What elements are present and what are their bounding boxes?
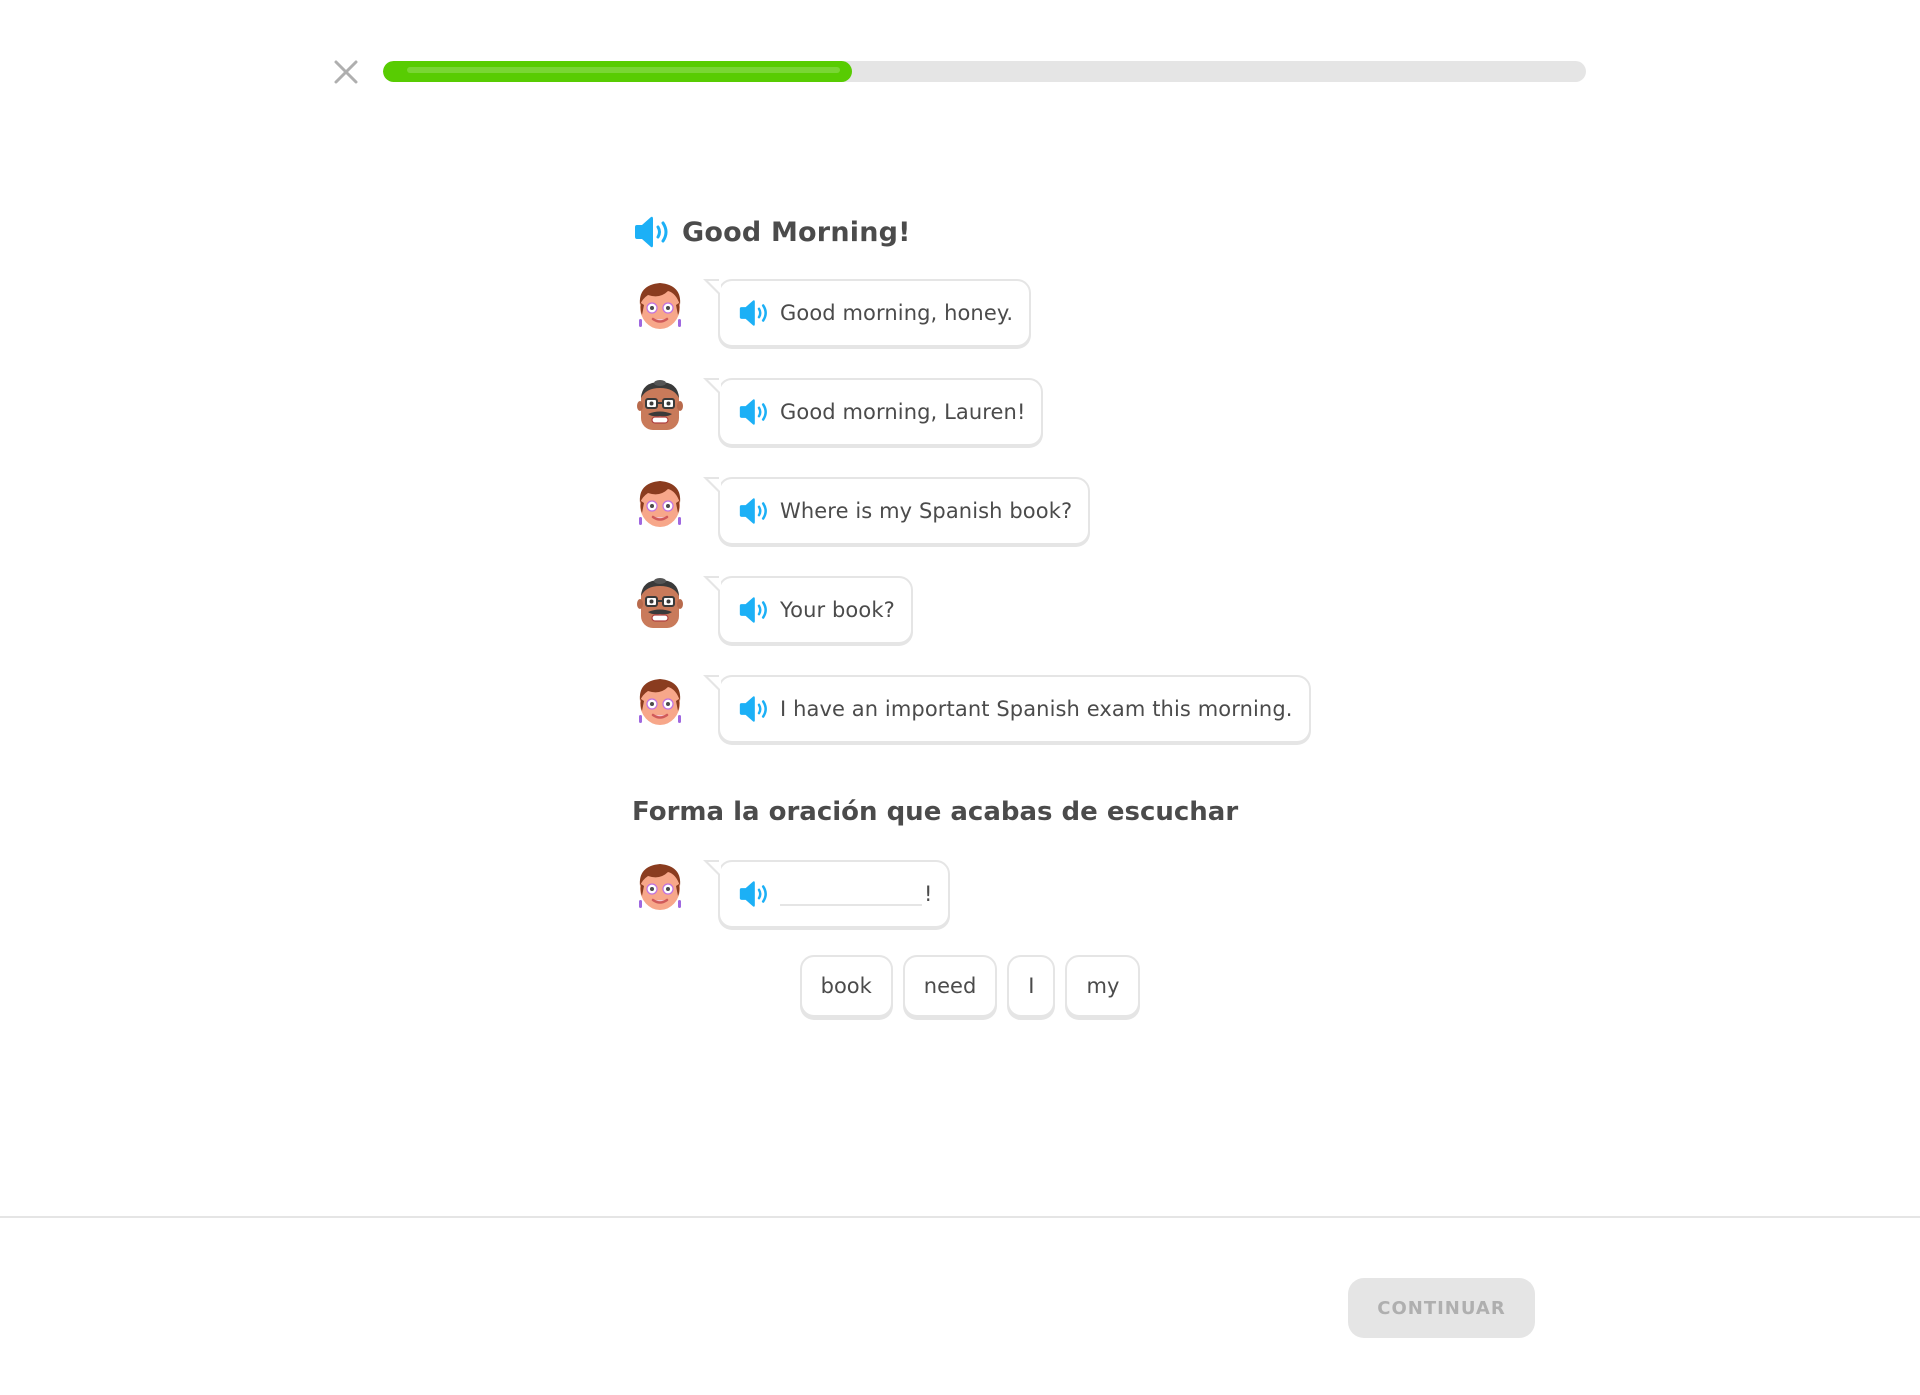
progress-shine [407, 67, 841, 73]
speech-bubble: Where is my Spanish book? [702, 477, 1091, 545]
exercise-prompt-text: Forma la oración que acabas de escuchar [632, 797, 1239, 827]
progress-bar [383, 61, 1586, 82]
story-lesson: Good Morning! Good morning, honey. Good … [632, 210, 1392, 955]
dialogue-text: Good morning, honey. [780, 301, 1014, 325]
close-icon [334, 60, 358, 84]
lesson-footer: CONTINUAR [0, 1216, 1920, 1395]
word-bank: book need Imy [0, 955, 1920, 1017]
dialogue-text: Your book? [780, 598, 895, 622]
progress-fill [383, 61, 853, 82]
dialogue-lines: Good morning, honey. Good morning, Laure… [632, 275, 1392, 770]
speaker-icon[interactable] [736, 397, 772, 427]
speaker-icon[interactable] [736, 595, 772, 625]
speaker-icon[interactable] [736, 496, 772, 526]
avatar-man [632, 374, 688, 434]
dialogue-line: I have an important Spanish exam this mo… [632, 671, 1392, 770]
speech-bubble: Good morning, Lauren! [702, 378, 1044, 446]
speaker-icon[interactable] [736, 879, 772, 909]
dialogue-text: I have an important Spanish exam this mo… [780, 697, 1293, 721]
speech-bubble: I have an important Spanish exam this mo… [703, 675, 1311, 743]
word-tile[interactable]: my [1065, 955, 1141, 1017]
answer-blank[interactable] [780, 882, 922, 906]
dialogue-line: Your book? [632, 572, 1392, 671]
avatar-woman [632, 473, 688, 533]
word-tile[interactable]: I [1007, 955, 1056, 1017]
word-tile[interactable]: book [799, 955, 893, 1017]
dialogue-line: Good morning, honey. [632, 275, 1392, 374]
avatar-man [632, 572, 688, 632]
dialogue-text: Good morning, Lauren! [780, 400, 1026, 424]
story-title: Good Morning! [632, 210, 1392, 254]
dialogue-line: Where is my Spanish book? [632, 473, 1392, 572]
close-button[interactable] [330, 56, 362, 88]
speech-bubble: Your book? [703, 576, 913, 644]
speaker-icon[interactable] [736, 694, 772, 724]
continue-button[interactable]: CONTINUAR [1348, 1278, 1535, 1338]
answer-bubble: ! [702, 860, 951, 928]
answer-line: ! [632, 856, 1392, 955]
story-title-text: Good Morning! [682, 216, 911, 248]
speech-bubble: Good morning, honey. [702, 279, 1032, 347]
exercise-prompt: Forma la oración que acabas de escuchar [632, 782, 1392, 842]
word-tile[interactable]: need [902, 955, 998, 1017]
avatar-woman [632, 275, 688, 335]
speaker-icon[interactable] [632, 214, 672, 250]
answer-punctuation: ! [924, 882, 933, 906]
avatar-woman [632, 671, 688, 731]
lesson-header [0, 0, 1920, 140]
speaker-icon[interactable] [736, 298, 772, 328]
avatar-woman [632, 856, 688, 916]
dialogue-text: Where is my Spanish book? [780, 499, 1073, 523]
dialogue-line: Good morning, Lauren! [632, 374, 1392, 473]
